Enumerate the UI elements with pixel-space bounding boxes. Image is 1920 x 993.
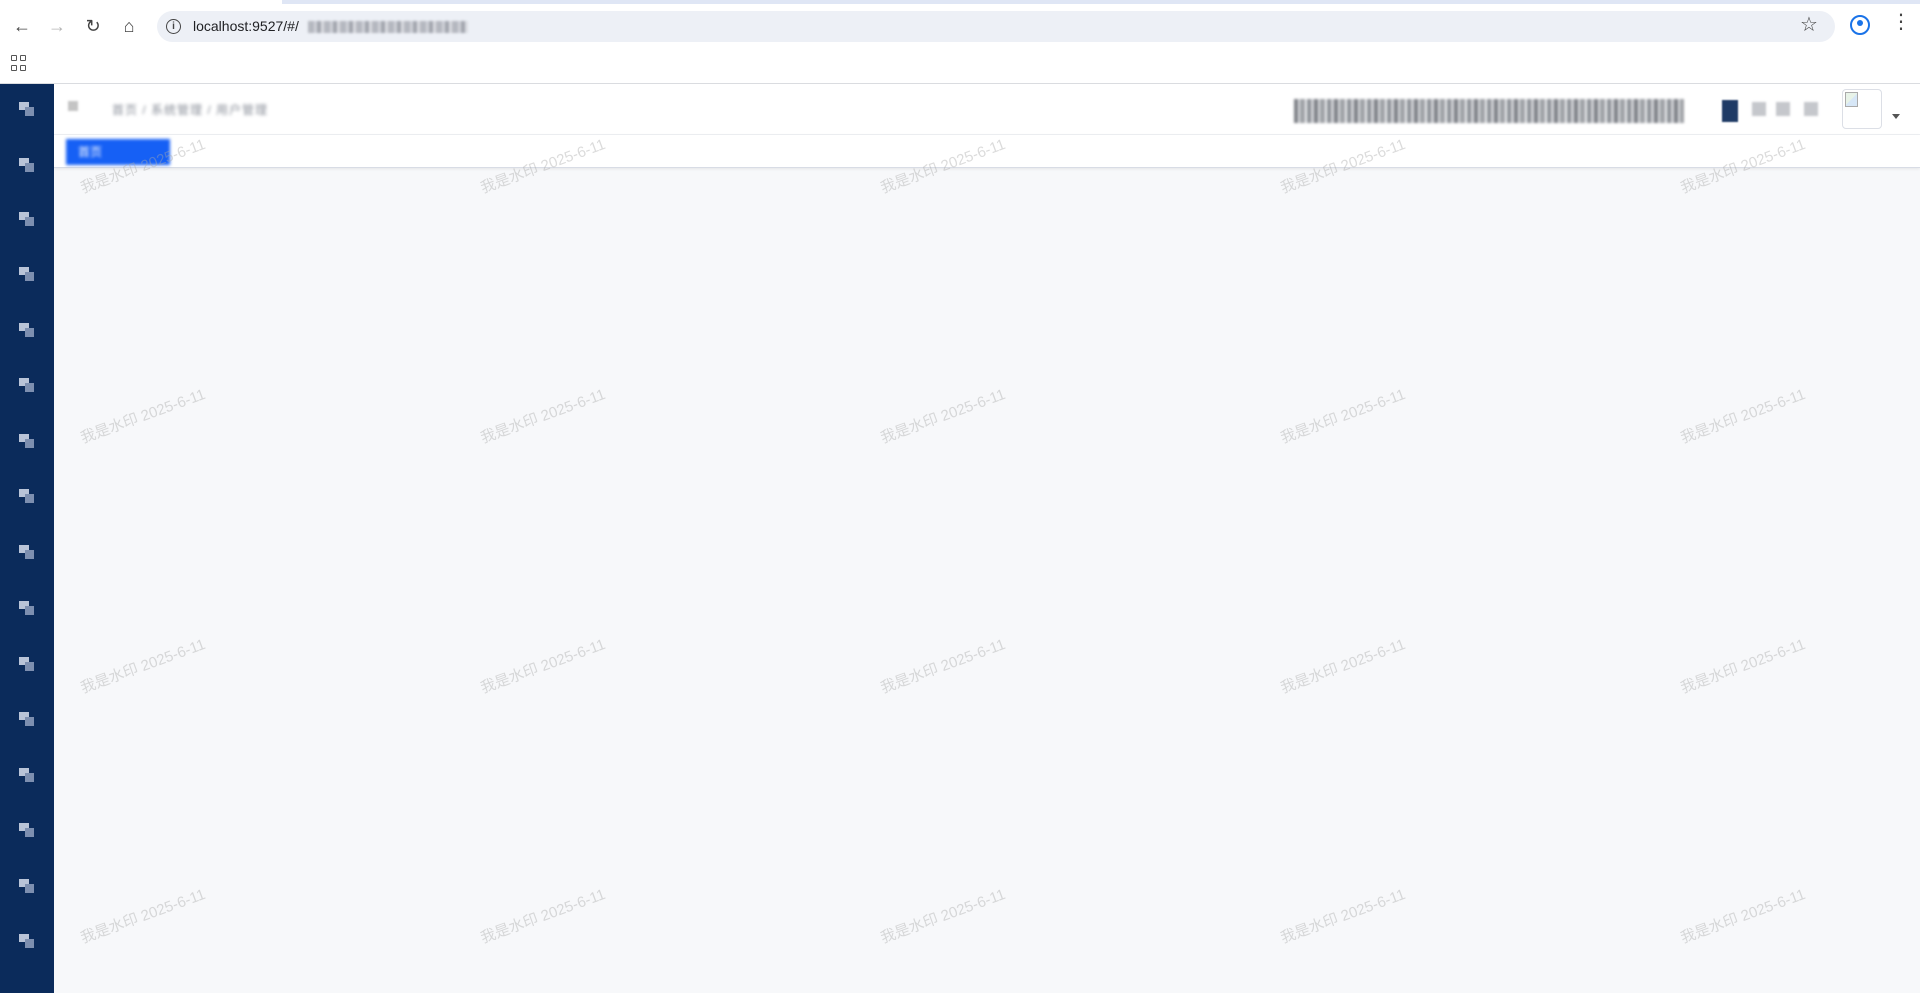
apps-grid-icon[interactable] <box>11 55 27 71</box>
star-icon[interactable]: ☆ <box>1800 12 1818 37</box>
avatar-image-icon[interactable] <box>1842 89 1882 129</box>
fullscreen-icon[interactable] <box>1776 102 1790 116</box>
sidebar-item-2[interactable] <box>16 154 38 176</box>
breadcrumb: 首页 / 系统管理 / 用户管理 <box>112 103 269 117</box>
sidebar-item-14[interactable] <box>16 819 38 841</box>
main-content: 首页 / 系统管理 / 用户管理 首页 <box>54 84 1920 993</box>
url-path-blurred <box>308 21 468 33</box>
arrow-right-icon: → <box>48 15 66 36</box>
browser-toolbar: ← → ↻ ⌂ i localhost:9527/#/ ☆ ⋮ <box>0 4 1920 84</box>
info-icon[interactable]: i <box>166 19 181 34</box>
tag-active[interactable]: 首页 <box>66 139 170 165</box>
home-icon: ⌂ <box>123 15 135 36</box>
reload-button[interactable]: ↻ <box>79 12 107 40</box>
sidebar-item-16[interactable] <box>16 930 38 952</box>
chevron-down-icon[interactable] <box>1892 114 1900 119</box>
sidebar-item-5[interactable] <box>16 319 38 341</box>
tags-view: 首页 <box>54 135 1920 168</box>
sidebar-item-6[interactable] <box>16 374 38 396</box>
sidebar-item-11[interactable] <box>16 653 38 675</box>
home-button[interactable]: ⌂ <box>115 12 143 40</box>
sidebar-item-12[interactable] <box>16 708 38 730</box>
sidebar-item-4[interactable] <box>16 263 38 285</box>
sidebar-item-3[interactable] <box>16 208 38 230</box>
back-button[interactable]: ← <box>8 12 36 40</box>
size-icon[interactable] <box>1804 102 1818 116</box>
reload-icon: ↻ <box>85 15 101 36</box>
sidebar-item-15[interactable] <box>16 875 38 897</box>
sidebar-item-13[interactable] <box>16 764 38 786</box>
sidebar-item-7[interactable] <box>16 430 38 452</box>
header-info-blurred <box>1294 99 1684 123</box>
sidebar <box>0 84 54 993</box>
address-bar[interactable]: i localhost:9527/#/ <box>157 11 1835 42</box>
sidebar-item-9[interactable] <box>16 541 38 563</box>
sidebar-item-1[interactable] <box>16 98 38 120</box>
top-navbar: 首页 / 系统管理 / 用户管理 <box>54 84 1920 135</box>
arrow-left-icon: ← <box>13 15 31 36</box>
profile-icon[interactable] <box>1850 15 1870 35</box>
search-icon[interactable] <box>1752 102 1766 116</box>
hamburger-icon[interactable] <box>68 99 84 115</box>
user-icon[interactable] <box>1722 100 1738 122</box>
forward-button[interactable]: → <box>43 12 71 40</box>
url-text[interactable]: localhost:9527/#/ <box>193 18 299 34</box>
more-vert-icon[interactable]: ⋮ <box>1891 12 1911 32</box>
sidebar-item-8[interactable] <box>16 485 38 507</box>
sidebar-item-10[interactable] <box>16 597 38 619</box>
